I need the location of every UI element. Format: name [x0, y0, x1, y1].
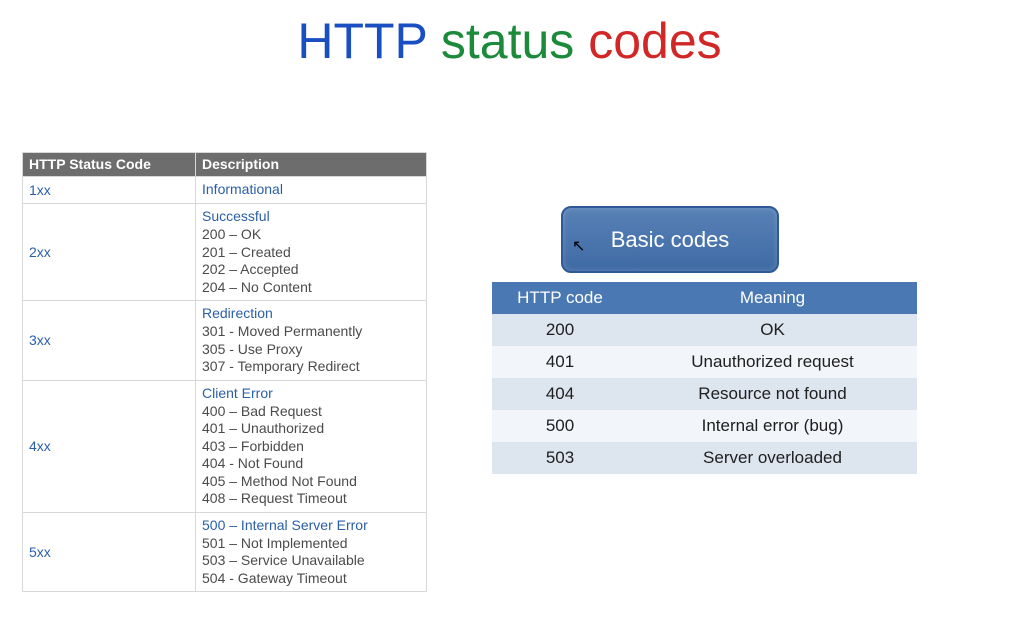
title-word-1: HTTP — [297, 13, 427, 69]
meaning-cell: Resource not found — [628, 378, 917, 410]
table-row: 2xx Successful 200 – OK 201 – Created 20… — [23, 204, 427, 301]
table-header-row: HTTP Status Code Description — [23, 153, 427, 177]
meaning-cell: OK — [628, 314, 917, 346]
slide: HTTP status codes HTTP Status Code Descr… — [0, 0, 1019, 621]
title-word-2: status — [441, 13, 574, 69]
table-row: 503 Server overloaded — [492, 442, 917, 474]
table-row: 3xx Redirection 301 - Moved Permanently … — [23, 301, 427, 381]
table-row: 401 Unauthorized request — [492, 346, 917, 378]
status-line: 404 - Not Found — [202, 455, 420, 473]
code-cell: 5xx — [23, 512, 196, 592]
code-cell: 4xx — [23, 380, 196, 512]
title-word-3: codes — [588, 13, 721, 69]
table-row: 200 OK — [492, 314, 917, 346]
status-line: 403 – Forbidden — [202, 438, 420, 456]
status-line: 201 – Created — [202, 244, 420, 262]
status-line: 204 – No Content — [202, 279, 420, 297]
status-line: 503 – Service Unavailable — [202, 552, 420, 570]
table-row: 500 Internal error (bug) — [492, 410, 917, 442]
category-label: Redirection — [202, 305, 420, 321]
code-cell: 3xx — [23, 301, 196, 381]
category-label: Client Error — [202, 385, 420, 401]
code-cell: 1xx — [23, 177, 196, 204]
category-label: Informational — [202, 181, 420, 197]
col-header-meaning: Meaning — [628, 282, 917, 314]
basic-codes-label: Basic codes — [561, 206, 779, 273]
basic-codes-label-text: Basic codes — [611, 227, 730, 253]
code-cell: 401 — [492, 346, 628, 378]
basic-codes-table: HTTP code Meaning 200 OK 401 Unauthorize… — [492, 282, 917, 474]
desc-cell: Successful 200 – OK 201 – Created 202 – … — [196, 204, 427, 301]
status-line: 405 – Method Not Found — [202, 473, 420, 491]
desc-cell: Redirection 301 - Moved Permanently 305 … — [196, 301, 427, 381]
code-cell: 2xx — [23, 204, 196, 301]
table-row: 1xx Informational — [23, 177, 427, 204]
status-line: 501 – Not Implemented — [202, 535, 420, 553]
code-cell: 503 — [492, 442, 628, 474]
status-line: 301 - Moved Permanently — [202, 323, 420, 341]
slide-title: HTTP status codes — [0, 12, 1019, 70]
status-line: 504 - Gateway Timeout — [202, 570, 420, 588]
status-line: 202 – Accepted — [202, 261, 420, 279]
meaning-cell: Server overloaded — [628, 442, 917, 474]
table-row: 5xx 500 – Internal Server Error 501 – No… — [23, 512, 427, 592]
code-cell: 500 — [492, 410, 628, 442]
status-code-detail-table: HTTP Status Code Description 1xx Informa… — [22, 152, 427, 592]
code-cell: 404 — [492, 378, 628, 410]
status-line: 305 - Use Proxy — [202, 341, 420, 359]
status-line: 400 – Bad Request — [202, 403, 420, 421]
col-header-httpcode: HTTP code — [492, 282, 628, 314]
col-header-code: HTTP Status Code — [23, 153, 196, 177]
table-header-row: HTTP code Meaning — [492, 282, 917, 314]
status-line: 408 – Request Timeout — [202, 490, 420, 508]
meaning-cell: Internal error (bug) — [628, 410, 917, 442]
desc-cell: 500 – Internal Server Error 501 – Not Im… — [196, 512, 427, 592]
col-header-desc: Description — [196, 153, 427, 177]
code-cell: 200 — [492, 314, 628, 346]
table-row: 4xx Client Error 400 – Bad Request 401 –… — [23, 380, 427, 512]
category-label: 500 – Internal Server Error — [202, 517, 420, 533]
status-line: 307 - Temporary Redirect — [202, 358, 420, 376]
category-label: Successful — [202, 208, 420, 224]
status-line: 200 – OK — [202, 226, 420, 244]
table-row: 404 Resource not found — [492, 378, 917, 410]
desc-cell: Informational — [196, 177, 427, 204]
desc-cell: Client Error 400 – Bad Request 401 – Una… — [196, 380, 427, 512]
status-line: 401 – Unauthorized — [202, 420, 420, 438]
meaning-cell: Unauthorized request — [628, 346, 917, 378]
